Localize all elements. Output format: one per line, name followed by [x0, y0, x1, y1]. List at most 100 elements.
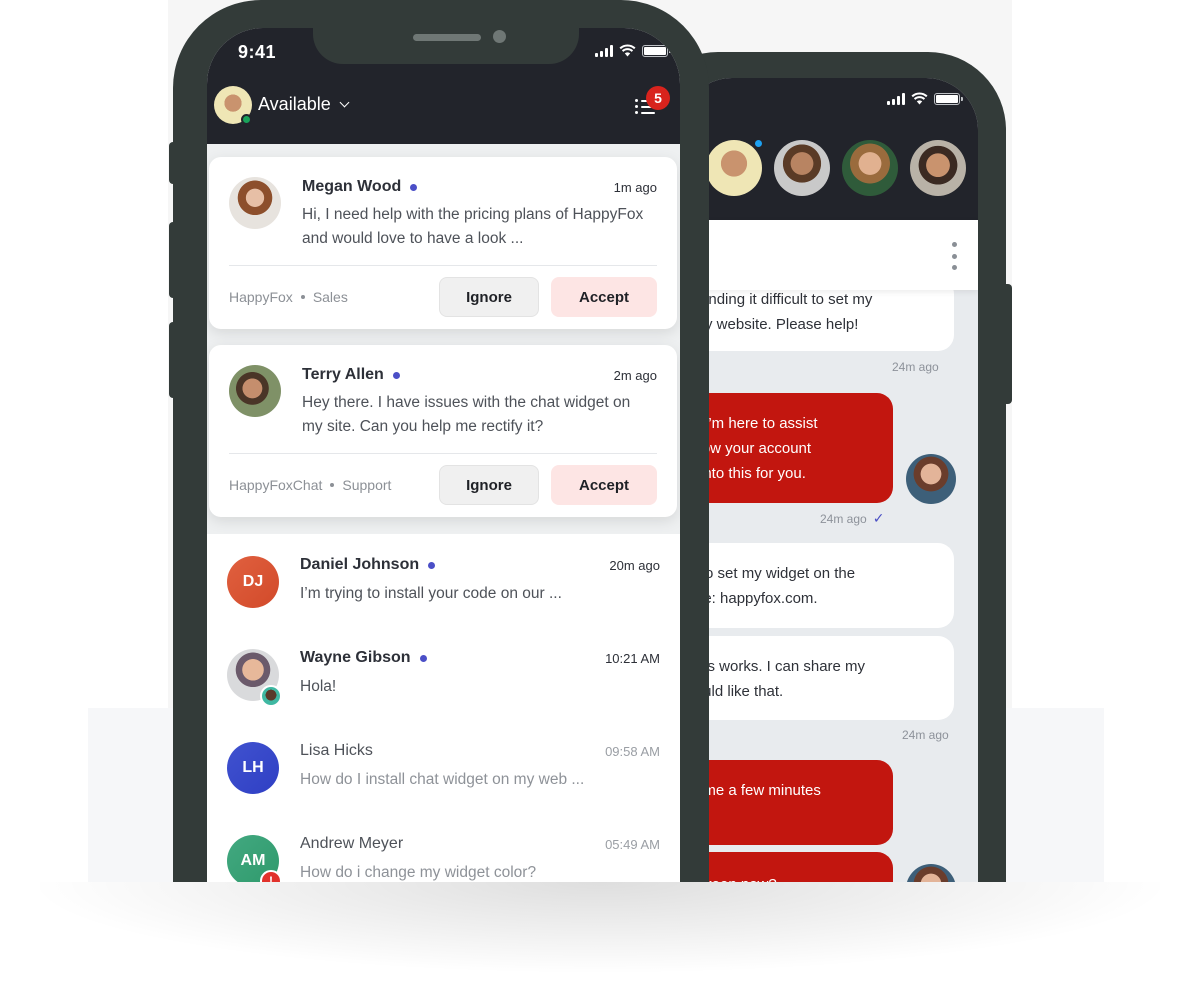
phone-notch: [313, 28, 579, 64]
accept-button[interactable]: Accept: [551, 465, 657, 505]
request-meta: HappyFoxChat Support: [229, 477, 391, 493]
availability-label: Available: [258, 94, 331, 114]
battery-icon: [642, 44, 671, 57]
online-status-dot: [241, 114, 252, 125]
ignore-button[interactable]: Ignore: [439, 465, 539, 505]
visitor-avatar: [229, 365, 281, 417]
visitor-avatar[interactable]: [774, 140, 830, 196]
floor-shadow: [40, 882, 1160, 972]
visitor-message: if this works. I can share my would like…: [680, 636, 954, 720]
chat-list-item[interactable]: Wayne Gibson 10:21 AM Hola!: [207, 641, 680, 721]
front-camera: [493, 30, 506, 43]
chevron-down-icon: [339, 97, 350, 108]
chat-time: 05:49 AM: [605, 836, 660, 852]
message-timestamp: 24m ago: [892, 360, 939, 374]
chat-header: Andrew Meyer 05:49 AM: [300, 835, 660, 853]
unread-dot-icon: [428, 561, 436, 569]
chat-list-item[interactable]: LH Lisa Hicks 09:58 AM How do I install …: [207, 734, 680, 814]
unread-dot-icon: [419, 654, 427, 662]
visitor-name: Daniel Johnson: [300, 556, 420, 573]
visitor-avatar[interactable]: [706, 138, 764, 196]
message-text: ith. I’m here to assist: [680, 415, 818, 432]
message-line: Hi, I need help with the pricing plans o…: [302, 206, 644, 223]
message-text: would like that.: [684, 683, 784, 700]
message-text: bsite: happyfox.com.: [680, 590, 818, 607]
request-meta: HappyFox Sales: [229, 289, 348, 305]
message-text: n my website. Please help!: [680, 316, 859, 333]
visitor-name: Wayne Gibson: [300, 649, 411, 666]
ignore-button[interactable]: Ignore: [439, 277, 539, 317]
availability-dropdown[interactable]: Available: [258, 94, 350, 115]
message-preview: Hey there. I have issues with the chat w…: [302, 391, 657, 439]
message-preview: Hi, I need help with the pricing plans o…: [302, 203, 657, 251]
conversation-toolbar: [680, 220, 978, 290]
message-text: his: [680, 803, 893, 828]
agent-message: ith. I’m here to assist know your accoun…: [680, 393, 893, 503]
notification-badge[interactable]: 5: [646, 86, 670, 110]
status-icons: [595, 44, 671, 57]
conversation-screen: en finding it difficult to set my n my w…: [680, 78, 978, 882]
visitor-message: ng to set my widget on the bsite: happyf…: [680, 543, 954, 628]
message-preview: I’m trying to install your code on our .…: [300, 585, 562, 602]
chat-list-item[interactable]: DJ Daniel Johnson 20m ago I’m trying to …: [207, 548, 680, 628]
visitor-avatar: [229, 177, 281, 229]
unread-dot-icon: [410, 183, 418, 191]
chat-time: 20m ago: [609, 557, 660, 573]
app-header: 9:41 Available 5: [207, 28, 680, 144]
message-line: my site. Can you help me rectify it?: [302, 418, 544, 435]
online-visitors-strip: [680, 138, 966, 196]
request-time: 2m ago: [613, 367, 657, 383]
agent-message: ive me a few minutes his: [680, 760, 893, 845]
request-time: 1m ago: [613, 179, 657, 195]
visitor-avatar[interactable]: [910, 140, 966, 196]
visitor-avatar[interactable]: [842, 140, 898, 196]
wifi-icon: [619, 44, 636, 57]
divider: [229, 453, 657, 454]
message-text: ive me a few minutes: [680, 782, 821, 799]
chat-time: 10:21 AM: [605, 650, 660, 666]
visitor-name: Lisa Hicks: [300, 742, 373, 759]
message-timestamp: 24m ago: [820, 511, 867, 526]
unread-dot-icon: [392, 371, 400, 379]
message-preview: Hola!: [300, 678, 337, 695]
message-line: Hey there. I have issues with the chat w…: [302, 394, 631, 411]
battery-icon: [934, 92, 963, 105]
wifi-icon: [911, 92, 928, 105]
speaker-grille: [413, 34, 481, 41]
accept-button[interactable]: Accept: [551, 277, 657, 317]
initials-avatar: DJ: [227, 556, 279, 608]
source-label: HappyFoxChat: [229, 477, 323, 493]
conversation-header: [680, 78, 978, 220]
divider: [229, 265, 657, 266]
assigned-agent-avatar: [260, 685, 282, 707]
more-options-icon[interactable]: [950, 242, 958, 270]
incoming-chat-card[interactable]: Megan Wood 1m ago Hi, I need help with t…: [209, 157, 677, 329]
chat-list-item[interactable]: AM ! Andrew Meyer 05:49 AM How do i chan…: [207, 827, 680, 882]
online-indicator: [753, 138, 764, 149]
department-label: Support: [342, 477, 392, 493]
status-time: 9:41: [238, 42, 277, 62]
agent-avatar: [906, 864, 956, 882]
initials-avatar: LH: [227, 742, 279, 794]
message-line: and would love to have a look ...: [302, 230, 524, 247]
visitor-name: Megan Wood: [302, 178, 402, 195]
card-header: Megan Wood 1m ago: [302, 178, 657, 196]
separator-dot: [330, 483, 335, 487]
source-label: HappyFox: [229, 289, 293, 305]
message-timestamp: 24m ago: [902, 728, 949, 742]
chat-header: Lisa Hicks 09:58 AM: [300, 742, 660, 760]
agent-message: s screen now?: [680, 852, 893, 882]
chat-list-screen: 9:41 Available 5 Megan Wood 1m ago Hi, I…: [207, 28, 680, 882]
checkmark-icon: ✓: [872, 510, 885, 526]
chat-header: Wayne Gibson 10:21 AM: [300, 649, 660, 667]
signal-bars-icon: [887, 92, 905, 105]
chat-header: Daniel Johnson 20m ago: [300, 556, 660, 574]
visitor-name: Terry Allen: [302, 366, 384, 383]
message-preview: How do i change my widget color?: [300, 864, 537, 881]
alert-icon: !: [260, 870, 282, 882]
front-phone: 9:41 Available 5 Megan Wood 1m ago Hi, I…: [173, 0, 709, 882]
status-icons: [887, 92, 963, 105]
incoming-chat-card[interactable]: Terry Allen 2m ago Hey there. I have iss…: [209, 345, 677, 517]
message-text: s screen now?: [680, 852, 893, 882]
visitor-name: Andrew Meyer: [300, 835, 404, 852]
